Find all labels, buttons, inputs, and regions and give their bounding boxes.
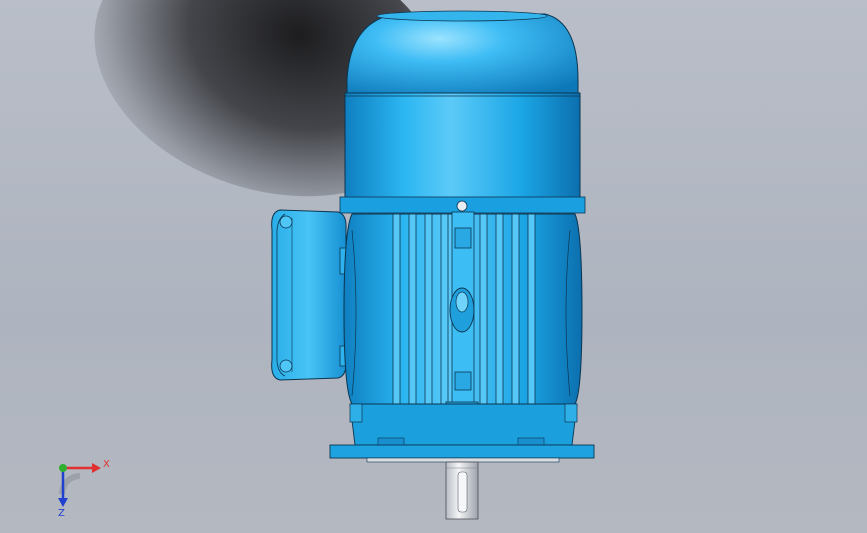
axis-triad: X Z (58, 459, 110, 519)
stator-housing[interactable] (343, 200, 583, 425)
motor-model[interactable]: X Z (0, 0, 867, 533)
y-axis-dot (59, 464, 67, 472)
output-shaft[interactable] (445, 461, 479, 520)
3d-viewport[interactable]: X Z (0, 0, 867, 533)
flange[interactable] (329, 403, 595, 463)
fan-cover[interactable] (339, 10, 586, 214)
x-axis-label: X (103, 459, 110, 470)
z-axis-label: Z (58, 508, 65, 519)
terminal-box[interactable] (271, 209, 355, 381)
